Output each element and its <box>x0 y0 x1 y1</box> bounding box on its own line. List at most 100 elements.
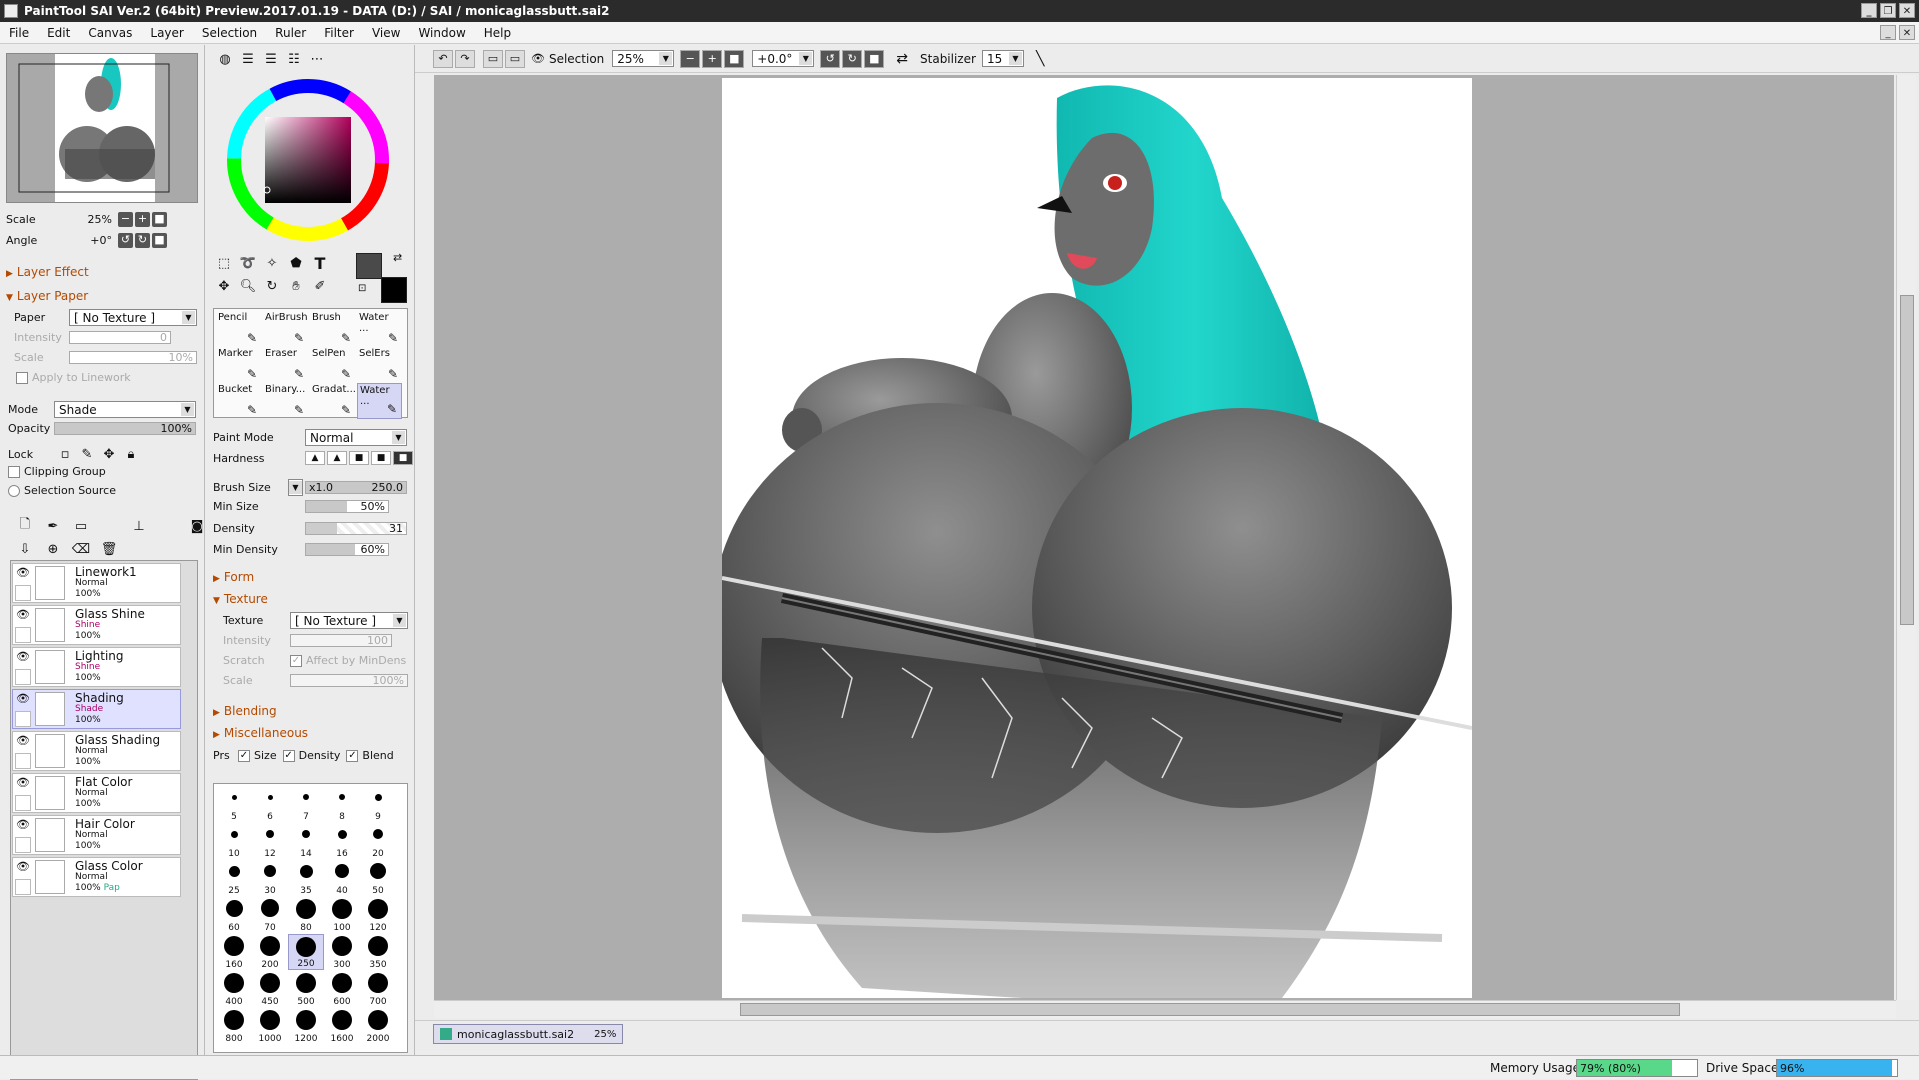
layer-row[interactable]: 👁︎ Hair Color Normal 100% <box>12 815 181 855</box>
close-button[interactable]: ✕ <box>1899 3 1915 18</box>
layer-row[interactable]: 👁︎ Linework1 Normal 100% <box>12 563 181 603</box>
paper-scale-slider[interactable]: 10% <box>69 351 197 364</box>
brush-size-preset[interactable]: 80 <box>288 897 324 933</box>
affect-mindens-checkbox[interactable]: ✓ <box>290 654 302 667</box>
texture-scale-slider[interactable]: 100% <box>290 674 408 687</box>
paper-select[interactable]: [ No Texture ] ▼ <box>69 309 197 326</box>
layer-lock-toggle[interactable] <box>15 879 31 895</box>
hardness-selector[interactable]: ▲ ▲ ■ ■ ■ <box>305 451 413 465</box>
delete-layer-icon[interactable]: 🗑︎ <box>98 538 120 560</box>
brush-size-preset[interactable]: 700 <box>360 971 396 1007</box>
menu-edit[interactable]: Edit <box>38 26 79 40</box>
min-density-slider[interactable]: 60% <box>305 543 389 556</box>
magic-wand-icon[interactable]: ✧ <box>261 252 283 274</box>
canvas-rotate-right-button[interactable]: ↻ <box>842 49 863 68</box>
visibility-eye-icon[interactable]: 👁︎ <box>15 818 31 834</box>
maximize-button[interactable]: ❐ <box>1880 3 1896 18</box>
blending-section[interactable]: ▶ Blending <box>213 704 277 718</box>
brush-size-preset[interactable]: 60 <box>216 897 252 933</box>
menu-window[interactable]: Window <box>409 26 474 40</box>
prs-size-checkbox[interactable]: ✓ <box>238 749 250 762</box>
vertical-scrollbar[interactable] <box>1896 75 1916 1000</box>
layer-lock-toggle[interactable] <box>15 669 31 685</box>
undo-button[interactable]: ↶ <box>433 49 453 68</box>
brush-size-preset[interactable]: 120 <box>360 897 396 933</box>
brush-size-preset[interactable]: 70 <box>252 897 288 933</box>
angle-select[interactable]: +0.0° ▼ <box>752 50 815 67</box>
shape-icon[interactable]: ⬟ <box>285 252 307 274</box>
redo-button[interactable]: ↷ <box>455 49 475 68</box>
flip-canvas-icon[interactable]: ⇄ <box>896 51 908 67</box>
apply-linework-checkbox[interactable] <box>16 371 28 384</box>
brush-tool-item[interactable]: Pencil ✎ <box>216 311 261 347</box>
brush-tool-item[interactable]: SelErs ✎ <box>357 347 402 383</box>
layer-row[interactable]: 👁︎ Glass Shading Normal 100% <box>12 731 181 771</box>
document-tab[interactable]: monicaglassbutt.sai2 25% <box>433 1024 624 1044</box>
paint-mode-select[interactable]: Normal ▼ <box>305 429 407 446</box>
lasso-icon[interactable]: ➰ <box>237 252 259 274</box>
new-linework-layer-icon[interactable]: ✒ <box>42 515 64 537</box>
visibility-eye-icon[interactable]: 👁︎ <box>15 650 31 666</box>
rotate-left-button[interactable]: ↺ <box>118 233 133 248</box>
selection-visibility-icon[interactable]: 👁︎ <box>531 52 545 65</box>
brush-tool-item[interactable]: Water ... ✎ <box>357 383 402 419</box>
layer-row[interactable]: 👁︎ Glass Color Normal 100% Pap <box>12 857 181 897</box>
lock-move-icon[interactable]: ✥ <box>98 443 120 465</box>
brush-size-preset[interactable]: 25 <box>216 860 252 896</box>
brush-size-preset[interactable]: 100 <box>324 897 360 933</box>
visibility-eye-icon[interactable]: 👁︎ <box>15 734 31 750</box>
canvas-rotate-left-button[interactable]: ↺ <box>820 49 841 68</box>
horizontal-scroll-thumb[interactable] <box>740 1003 1680 1016</box>
layer-lock-toggle[interactable] <box>15 795 31 811</box>
zoom-reset-button[interactable]: ■ <box>152 212 167 227</box>
brush-size-preset[interactable]: 35 <box>288 860 324 896</box>
hardness-1-button[interactable]: ▲ <box>305 451 325 465</box>
brush-size-preset[interactable]: 7 <box>288 786 324 822</box>
layer-lock-toggle[interactable] <box>15 711 31 727</box>
brush-tool-item[interactable]: Brush ✎ <box>310 311 355 347</box>
form-section[interactable]: ▶ Form <box>213 570 254 584</box>
brush-size-preset[interactable]: 8 <box>324 786 360 822</box>
brush-tool-item[interactable]: Water ... ✎ <box>357 311 402 347</box>
new-layer-icon[interactable]: 🗋︎ <box>14 515 36 537</box>
brush-size-slider[interactable]: x1.0 250.0 <box>305 481 407 494</box>
deselect-button[interactable]: ▭ <box>483 49 503 68</box>
layer-row[interactable]: 👁︎ Glass Shine Shine 100% <box>12 605 181 645</box>
horizontal-scrollbar[interactable] <box>434 1000 1896 1018</box>
clear-layer-icon[interactable]: ⌫ <box>70 538 92 560</box>
doc-close-button[interactable]: ✕ <box>1899 25 1915 40</box>
prs-blend-checkbox[interactable]: ✓ <box>346 749 359 762</box>
prs-density-checkbox[interactable]: ✓ <box>282 749 295 762</box>
canvas-zoom-reset-button[interactable]: ■ <box>724 49 745 68</box>
brush-size-preset[interactable]: 600 <box>324 971 360 1007</box>
lock-paint-icon[interactable]: ✎ <box>76 443 98 465</box>
canvas-rotate-reset-button[interactable]: ■ <box>864 49 885 68</box>
layer-lock-toggle[interactable] <box>15 837 31 853</box>
visibility-eye-icon[interactable]: 👁︎ <box>15 608 31 624</box>
rotate-right-button[interactable]: ↻ <box>135 233 150 248</box>
brush-size-preset[interactable]: 20 <box>360 823 396 859</box>
doc-minimize-button[interactable]: _ <box>1880 25 1896 40</box>
density-slider[interactable]: 31 <box>305 522 407 535</box>
visibility-eye-icon[interactable]: 👁︎ <box>15 566 31 582</box>
layer-row[interactable]: 👁︎ Lighting Shine 100% <box>12 647 181 687</box>
brush-size-preset[interactable]: 9 <box>360 786 396 822</box>
brush-size-preset[interactable]: 1600 <box>324 1008 360 1044</box>
menu-canvas[interactable]: Canvas <box>79 26 141 40</box>
brush-size-preset[interactable]: 400 <box>216 971 252 1007</box>
menu-help[interactable]: Help <box>475 26 520 40</box>
visibility-eye-icon[interactable]: 👁︎ <box>15 776 31 792</box>
opacity-slider[interactable]: 100% <box>54 422 196 435</box>
selection-source-radio[interactable] <box>8 484 20 497</box>
layer-lock-toggle[interactable] <box>15 753 31 769</box>
brush-size-preset[interactable]: 5 <box>216 786 252 822</box>
canvas-paper[interactable] <box>722 78 1472 998</box>
new-folder-icon[interactable]: ▭ <box>70 515 92 537</box>
hardness-2-button[interactable]: ▲ <box>327 451 347 465</box>
clipping-group-checkbox[interactable] <box>8 465 20 478</box>
hardness-4-button[interactable]: ■ <box>371 451 391 465</box>
color-wheel[interactable] <box>225 77 391 243</box>
layer-lock-toggle[interactable] <box>15 627 31 643</box>
brush-tool-item[interactable]: Binary... ✎ <box>263 383 308 419</box>
vertical-scroll-thumb[interactable] <box>1900 295 1914 625</box>
